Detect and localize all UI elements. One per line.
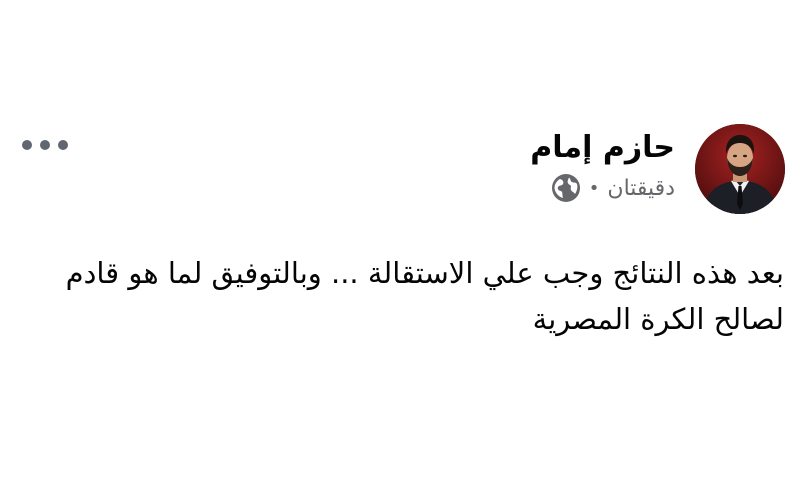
profile-photo: [695, 124, 785, 214]
more-dot: [22, 140, 32, 150]
facebook-post: حازم إمام دقيقتان • بعد هذه النتائج وجب …: [0, 0, 800, 500]
meta-separator: •: [588, 177, 600, 199]
more-dot: [58, 140, 68, 150]
more-options-button[interactable]: [22, 134, 68, 156]
post-text: بعد هذه النتائج وجب علي الاستقالة ... وب…: [65, 256, 784, 336]
avatar[interactable]: [695, 124, 785, 214]
post-meta: دقيقتان •: [551, 170, 675, 206]
author-name[interactable]: حازم إمام: [530, 128, 675, 168]
timestamp[interactable]: دقيقتان: [607, 176, 675, 201]
more-dot: [40, 140, 50, 150]
globe-icon[interactable]: [551, 173, 581, 203]
